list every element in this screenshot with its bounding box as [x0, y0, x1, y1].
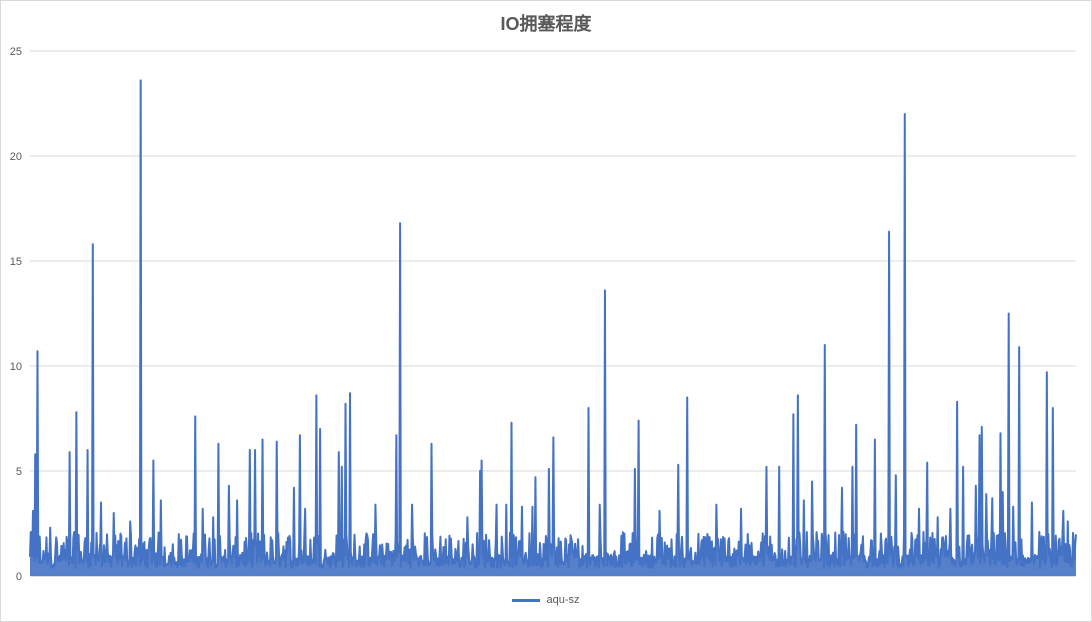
series-line-aqu-sz: [29, 79, 1077, 569]
y-tick-label-0: 0: [16, 571, 22, 583]
chart-plot: 0 5 10 15 20 25: [10, 46, 1077, 583]
y-tick-label-5: 5: [16, 466, 22, 478]
y-axis-ticks: 0 5 10 15 20 25: [10, 46, 22, 583]
y-tick-label-10: 10: [10, 361, 22, 373]
series-layer: [29, 79, 1077, 577]
legend: aqu-sz: [0, 594, 1092, 606]
y-tick-label-15: 15: [10, 256, 22, 268]
y-tick-label-20: 20: [10, 151, 22, 163]
legend-label: aqu-sz: [546, 594, 580, 606]
legend-swatch: [512, 598, 541, 602]
y-tick-label-25: 25: [10, 46, 22, 58]
